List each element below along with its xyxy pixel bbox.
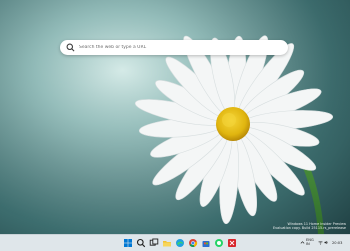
file-explorer-icon[interactable] [162, 238, 172, 248]
edge-icon[interactable] [175, 238, 185, 248]
windows-start-icon[interactable] [123, 238, 133, 248]
store-icon[interactable] [201, 238, 211, 248]
search-input[interactable] [79, 40, 279, 55]
search-icon [66, 43, 75, 52]
news-icon[interactable] [227, 238, 237, 248]
chrome-icon[interactable] [188, 238, 198, 248]
chevron-up-icon[interactable] [300, 240, 305, 245]
search-bar[interactable] [60, 40, 288, 55]
region-code: IN [306, 242, 310, 246]
desktop-wallpaper-daisy [0, 0, 350, 234]
task-view-icon[interactable] [149, 238, 159, 248]
whatsapp-icon[interactable] [214, 238, 224, 248]
search-icon[interactable] [136, 238, 146, 248]
clock-time[interactable]: 20:03 [332, 241, 342, 245]
watermark-line-2: Evaluation copy. Build 25115.rs_prerelea… [273, 226, 346, 231]
insider-watermark: Windows 11 Home Insider Preview Evaluati… [196, 222, 346, 230]
wifi-icon[interactable] [318, 240, 323, 245]
volume-icon[interactable] [324, 240, 329, 245]
taskbar: ENG IN 20:03 [0, 234, 350, 251]
language-indicator[interactable]: ENG IN [306, 238, 314, 246]
